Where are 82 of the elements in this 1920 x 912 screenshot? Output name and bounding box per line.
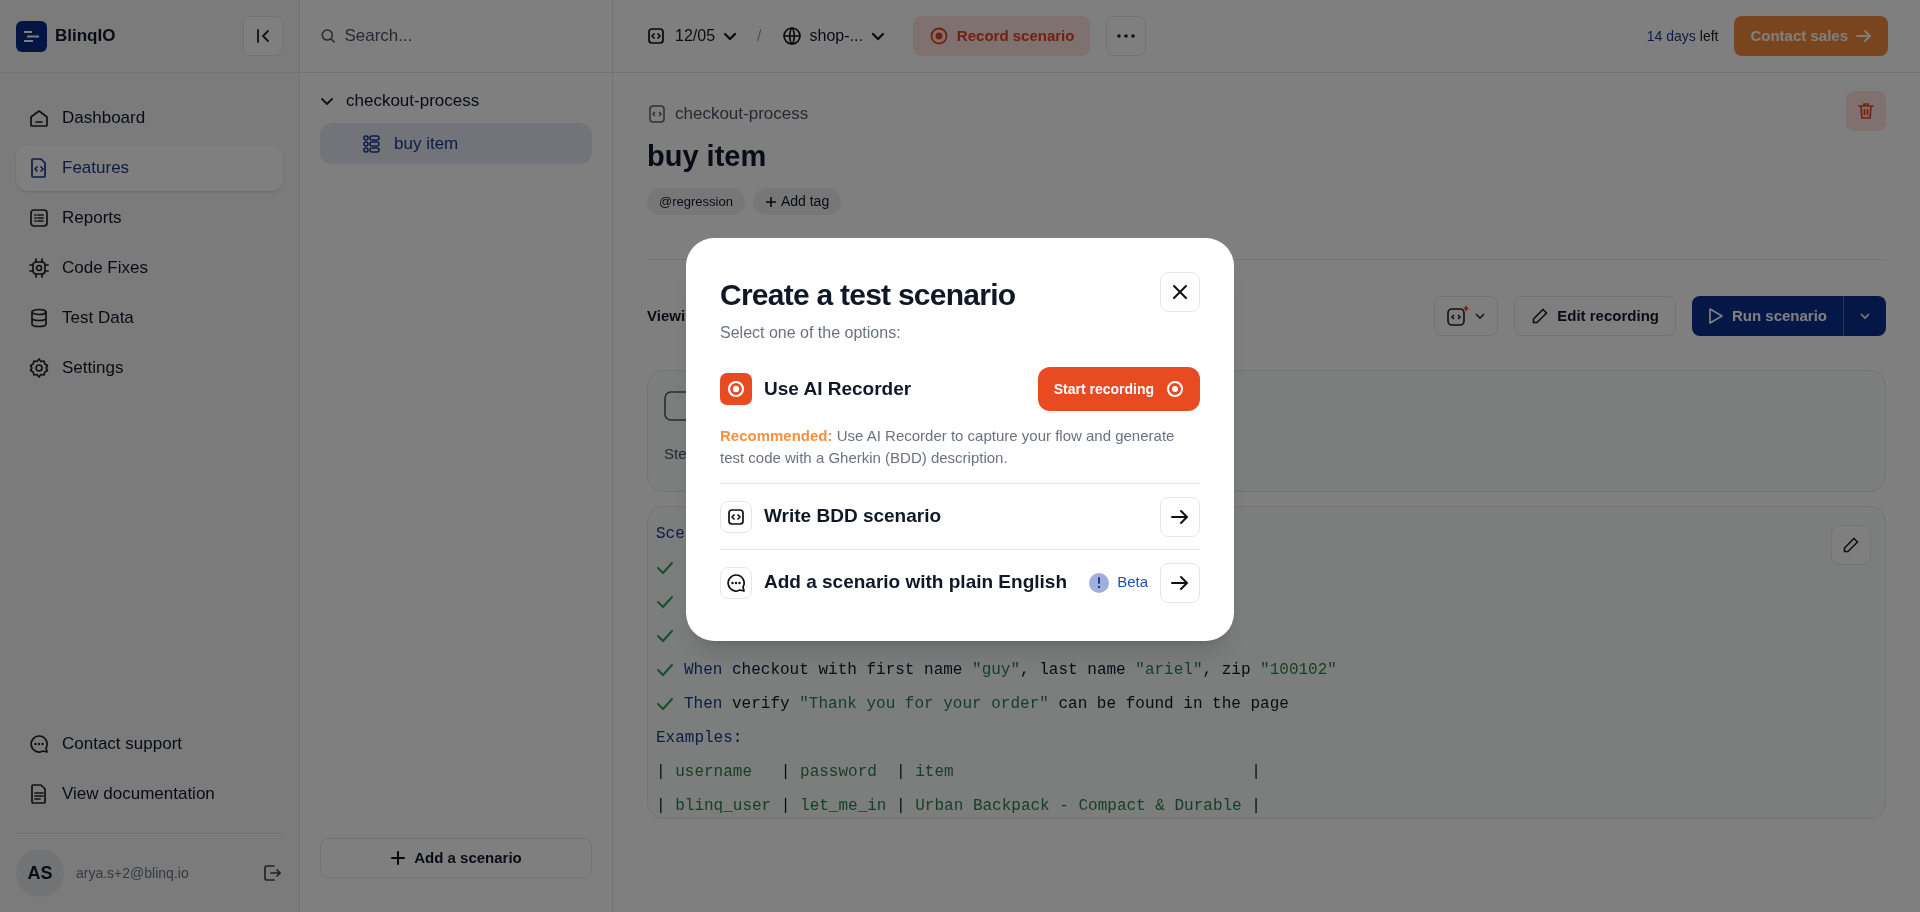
user-email: arya.s+2@blinq.io [76, 863, 190, 883]
nav-item[interactable]: Test Data [16, 295, 283, 341]
tree-folder[interactable]: checkout-process [320, 83, 592, 119]
nav-item[interactable]: Settings [16, 345, 283, 391]
version-dropdown[interactable]: 12/05 [645, 24, 738, 48]
code-line: When checkout with first name "guy", last name "ariel", zip "100102" [684, 660, 1337, 681]
brand-name: BlinqIO [55, 25, 116, 48]
chevron-down-icon [1474, 312, 1487, 320]
trash-icon [1856, 101, 1876, 121]
nav-item[interactable]: Reports [16, 195, 283, 241]
ai-code-dropdown[interactable] [1434, 296, 1499, 336]
home-icon [28, 107, 50, 129]
option-arrow-button[interactable] [1160, 562, 1200, 603]
run-scenario-button[interactable]: Run scenario [1691, 296, 1844, 336]
arrow-right-icon [1171, 574, 1189, 591]
option-arrow-button[interactable] [1160, 496, 1200, 537]
search-icon [320, 27, 337, 45]
record-icon [1166, 380, 1184, 398]
close-icon [1172, 284, 1188, 300]
nav-item[interactable]: Code Fixes [16, 245, 283, 291]
collapse-button[interactable] [243, 16, 283, 56]
add-scenario-button[interactable]: Add a scenario [320, 838, 592, 878]
code-line: Examples: [656, 728, 743, 749]
chip-icon [28, 257, 50, 279]
info-icon [1089, 572, 1110, 593]
globe-icon [781, 26, 802, 46]
logo-icon [16, 20, 47, 52]
collapse-icon [254, 27, 272, 45]
add-tag-button[interactable]: Add tag [752, 188, 842, 215]
delete-button[interactable] [1846, 91, 1886, 131]
steps-label: Ste [664, 444, 687, 464]
more-icon [1117, 34, 1136, 38]
chevron-down-icon [723, 31, 738, 41]
more-button[interactable] [1106, 16, 1147, 56]
tree-item[interactable]: buy item [320, 123, 592, 164]
chevron-down-icon [870, 31, 885, 41]
search-field[interactable]: Search... [344, 23, 592, 49]
arrow-right-icon [1856, 29, 1872, 43]
pencil-icon [1842, 536, 1860, 554]
recorder-description: Recommended: Use AI Recorder to capture your flow and generate test code with a Gherkin (BDD) description. [720, 426, 1176, 468]
modal-subtitle: Select one of the options: [720, 323, 902, 343]
list-icon [28, 207, 50, 229]
chat-icon [28, 733, 50, 755]
feature-file-icon [647, 103, 667, 124]
sidebar-link[interactable]: Contact support [16, 721, 283, 767]
feature-title: buy item [647, 138, 768, 174]
tag: @regression [647, 188, 745, 215]
environment-dropdown[interactable]: shop-... [781, 24, 885, 48]
steps-icon [362, 133, 382, 154]
beta-label: Beta [1117, 572, 1148, 593]
avatar: AS [16, 849, 64, 897]
settings-icon [28, 357, 50, 379]
arrow-right-icon [1171, 508, 1189, 525]
code-line: Then verify "Thank you for your order" can be found in the page [684, 694, 1289, 715]
nav-item[interactable]: Dashboard [16, 95, 283, 141]
edit-recording-button[interactable]: Edit recording [1514, 296, 1676, 336]
logout-icon[interactable] [261, 862, 283, 884]
breadcrumb-separator: / [756, 26, 763, 46]
code-line: | blinq_user | let_me_in | Urban Backpack - Compact & Durable | [656, 796, 1261, 817]
chevron-down-icon [1859, 312, 1871, 320]
nav-item[interactable]: Features [16, 145, 283, 191]
pencil-icon [1531, 307, 1550, 325]
start-recording-button[interactable]: Start recording [1037, 367, 1200, 411]
trial-remaining: 14 days left [1646, 26, 1719, 46]
code-sparkle-icon [1446, 305, 1471, 327]
close-button[interactable] [1160, 272, 1200, 312]
option-label: Write BDD scenario [764, 504, 942, 529]
edit-button[interactable] [1831, 525, 1871, 565]
modal-title: Create a test scenario [720, 277, 1016, 313]
scenario-label: Sce [656, 524, 685, 545]
viewing-label: Viewi [647, 305, 686, 326]
plus-icon [390, 850, 407, 866]
plus-icon [764, 195, 777, 208]
record-icon [720, 373, 752, 405]
code-line: | username | password | item | [656, 762, 1261, 783]
record-icon [928, 26, 949, 46]
option-label: Add a scenario with plain English [764, 570, 1067, 595]
option-label: Use AI Recorder [764, 376, 912, 401]
feature-breadcrumb[interactable]: checkout-process [675, 101, 809, 127]
sidebar-link[interactable]: View documentation [16, 771, 283, 817]
play-icon [1707, 307, 1724, 325]
database-icon [28, 307, 50, 329]
